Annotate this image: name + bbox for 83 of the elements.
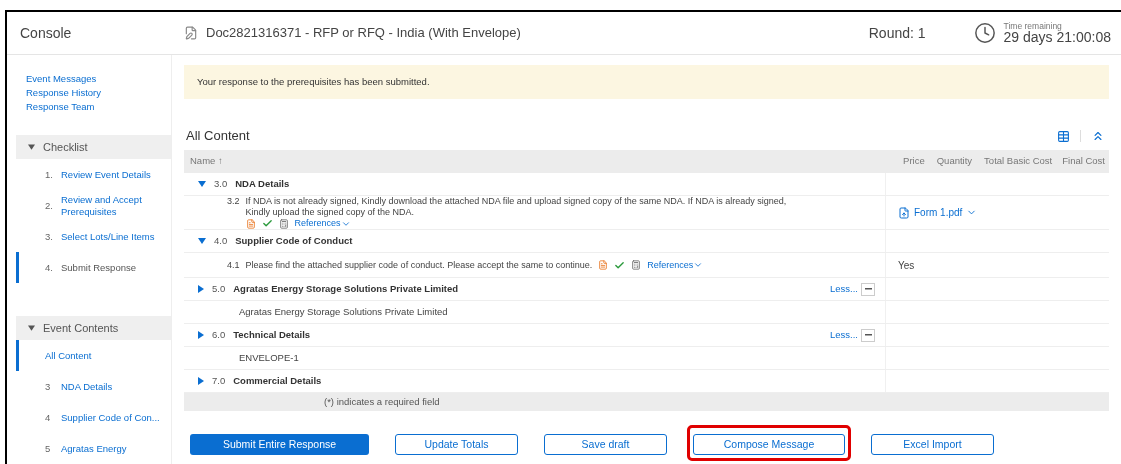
check-icon (261, 218, 273, 229)
action-button[interactable]: Compose Message (693, 434, 845, 456)
check-icon (614, 259, 626, 271)
row-text: Agratas Energy Storage Solutions Private Limited (238, 304, 448, 319)
caret-down-icon[interactable] (198, 238, 206, 244)
attachment-link[interactable]: Form 1.pdf (898, 205, 978, 220)
section-number: 4.0 (214, 233, 228, 248)
document-title: Doc2821316371 - RFP or RFQ - India (With Envelope) (206, 24, 521, 43)
question-number: 3.2 (227, 196, 240, 208)
section-number: 6.0 (212, 327, 226, 342)
item-label: Agratas Energy (61, 442, 127, 455)
item-label: Review and Accept Prerequisites (61, 193, 143, 218)
item-number: 4 (45, 411, 52, 424)
section-title: Technical Details (233, 327, 311, 342)
action-button[interactable]: Save draft (544, 434, 667, 456)
item-number: 4. (45, 261, 54, 274)
section-number: 7.0 (212, 373, 226, 388)
calculator-icon (631, 260, 642, 270)
column-header: Final Cost (1062, 154, 1105, 169)
section-title: Commercial Details (233, 373, 322, 388)
references-link[interactable]: References (294, 218, 351, 229)
references-link[interactable]: References (647, 259, 704, 271)
section-title: Supplier Code of Conduct (235, 233, 353, 248)
section-title: Agratas Energy Storage Solutions Private Limited (233, 281, 459, 296)
console-title: Console (19, 23, 73, 43)
question-text: Please find the attached supplier code of conduct. Please accept the same to continue. (245, 259, 593, 271)
sidebar-link[interactable]: Response History (26, 86, 171, 100)
time-remaining-label: Time remaining (1003, 21, 1063, 31)
item-label: Select Lots/Line Items (61, 230, 155, 243)
item-label: Supplier Code of Con... (61, 411, 160, 424)
section-title: NDA Details (235, 176, 290, 191)
document-icon (184, 26, 198, 40)
less-link[interactable]: Less... (830, 327, 858, 343)
section-header[interactable]: Event Contents (16, 316, 171, 340)
section-number: 5.0 (212, 281, 226, 296)
section-heading: All Content (186, 127, 250, 146)
collapse-button[interactable] (861, 328, 875, 342)
sidebar-link[interactable]: Response Team (26, 100, 171, 114)
item-number: 5 (45, 442, 52, 455)
sidebar-link[interactable]: Event Messages (26, 72, 171, 86)
collapse-icon[interactable] (1091, 129, 1105, 143)
item-number: 3. (45, 230, 54, 243)
row-text: ENVELOPE-1 (238, 350, 299, 365)
info-banner: Your response to the prerequisites has been submitted. (184, 65, 1109, 99)
caret-down-icon[interactable] (198, 181, 206, 187)
minus-icon (864, 288, 872, 290)
response-value: Yes (898, 258, 915, 273)
question-number: 4.1 (227, 259, 240, 271)
action-button[interactable]: Submit Entire Response (190, 434, 369, 456)
item-number: 3 (45, 380, 52, 393)
round-label: Round: 1 (868, 23, 926, 43)
question-text: If NDA is not already signed, Kindly download the attached NDA file and upload signed copy of the same NDA. If NDA is already signed, Kindly upload the signed copy of the NDA. (245, 196, 788, 218)
item-label: Review Event Details (61, 168, 151, 181)
action-button[interactable]: Update Totals (395, 434, 518, 456)
chevron-down-icon (693, 260, 704, 270)
section-title: Checklist (43, 139, 88, 155)
item-number: 2. (45, 199, 54, 212)
column-header: Total Basic Cost (984, 154, 1053, 169)
column-header: Quantity (936, 154, 973, 169)
clock-icon (973, 22, 996, 44)
item-label: NDA Details (61, 380, 113, 393)
section-header[interactable]: Checklist (16, 135, 171, 159)
collapse-button[interactable] (861, 282, 875, 296)
table-icon[interactable] (1057, 129, 1070, 143)
footnote-bar: (*) indicates a required field (184, 393, 1109, 411)
calculator-icon (278, 218, 289, 229)
item-label: All Content (45, 349, 92, 362)
document-icon (245, 218, 256, 229)
caret-right-icon[interactable] (198, 285, 204, 293)
column-header[interactable]: Name ↑ (184, 154, 898, 169)
file-upload-icon (898, 206, 910, 219)
document-icon (598, 260, 609, 270)
item-number: 1. (45, 168, 54, 181)
column-header: Price (903, 154, 925, 169)
less-link[interactable]: Less... (830, 281, 858, 297)
caret-right-icon[interactable] (198, 377, 204, 385)
section-number: 3.0 (214, 176, 228, 191)
minus-icon (864, 334, 872, 336)
item-label: Submit Response (61, 261, 136, 274)
section-title: Event Contents (43, 320, 119, 336)
time-remaining-value: 29 days 21:00:08 (1003, 30, 1111, 45)
caret-right-icon[interactable] (198, 331, 204, 339)
action-button[interactable]: Excel Import (871, 434, 994, 456)
